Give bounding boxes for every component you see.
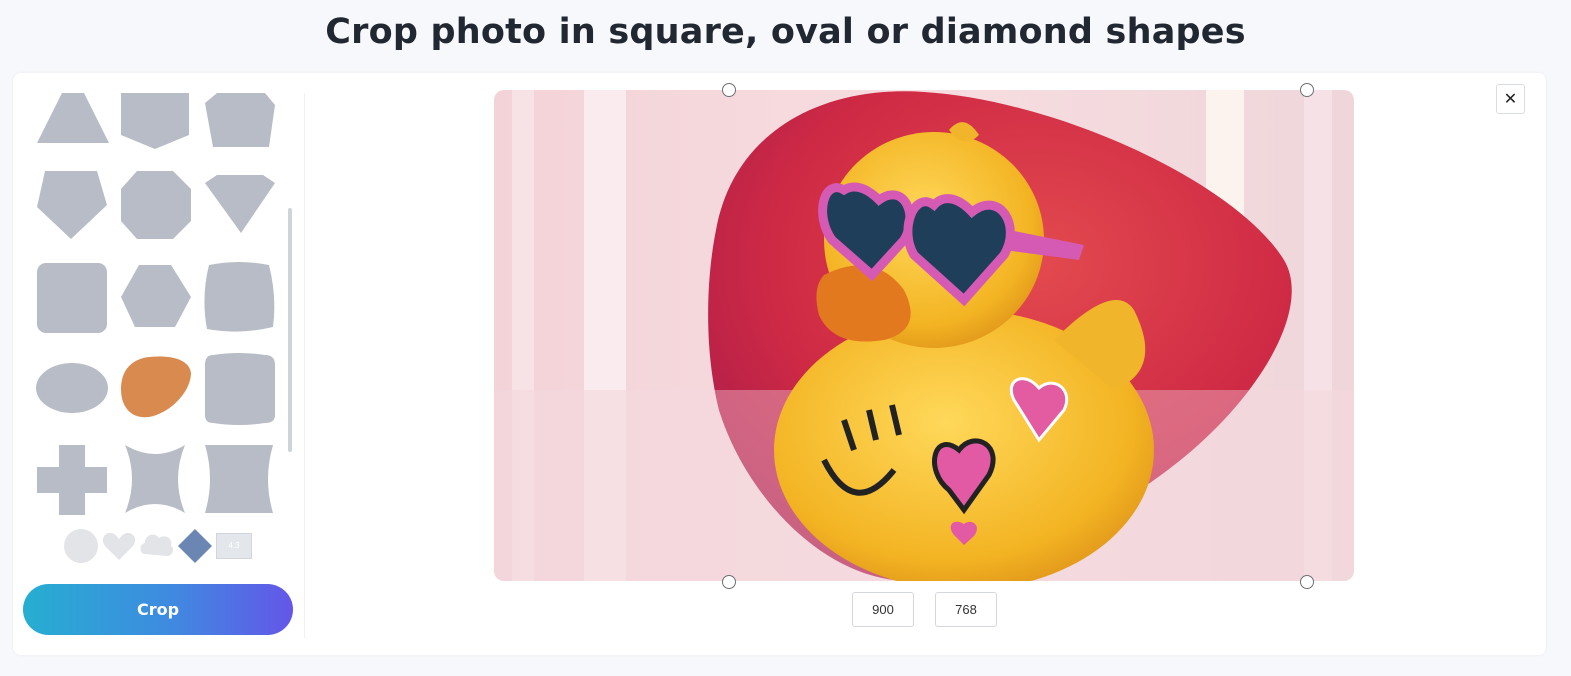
image-editor: ✕ <box>305 73 1546 655</box>
octagon-icon <box>121 171 191 239</box>
blob-triangle-icon <box>121 356 191 418</box>
shape-gem[interactable] <box>203 169 279 245</box>
ellipse-icon <box>36 363 108 413</box>
crop-panel: 4:3 Crop 900 768 ✕ <box>13 73 1546 655</box>
shape-irregular-pentagon[interactable] <box>203 91 279 167</box>
height-input[interactable] <box>935 592 997 627</box>
ratio-label: 4:3 <box>228 541 240 550</box>
photo-canvas[interactable] <box>494 90 1354 581</box>
shape-ellipse[interactable] <box>35 353 111 429</box>
shape-list-scrollbar[interactable] <box>288 208 292 452</box>
concave-rectangle-icon <box>205 445 273 513</box>
shape-concave-rectangle[interactable] <box>203 443 279 519</box>
crop-handle-bottom-right[interactable] <box>1300 575 1314 589</box>
irregular-pentagon-icon <box>205 93 275 147</box>
extra-shapes-row: 4:3 <box>61 528 261 564</box>
pentagon-icon <box>37 171 107 239</box>
concave-star-icon <box>125 445 185 513</box>
hexagon-icon <box>121 265 191 327</box>
trapezoid-icon <box>37 93 109 143</box>
shape-rounded-square[interactable] <box>35 261 111 337</box>
shape-pentagon-down[interactable] <box>119 91 195 167</box>
wavy-square-icon <box>204 262 275 332</box>
crop-button[interactable]: Crop <box>23 584 293 635</box>
shape-rounded-rectangle[interactable] <box>203 353 279 429</box>
shape-blob-triangle[interactable] <box>119 353 195 429</box>
page-title: Crop photo in square, oval or diamond sh… <box>325 12 1246 52</box>
heart-icon[interactable] <box>101 528 137 564</box>
shape-wavy-square[interactable] <box>203 261 279 337</box>
crop-handle-top-left[interactable] <box>722 83 736 97</box>
pentagon-down-icon <box>121 93 189 149</box>
close-button[interactable]: ✕ <box>1496 84 1525 114</box>
gem-icon <box>205 175 275 233</box>
crop-handle-top-right[interactable] <box>1300 83 1314 97</box>
rounded-square-icon <box>37 263 107 333</box>
width-input[interactable] <box>852 592 914 627</box>
shape-cross[interactable] <box>35 443 111 519</box>
rounded-rectangle-icon <box>205 353 275 425</box>
cloud-icon[interactable] <box>139 528 175 564</box>
shape-trapezoid[interactable] <box>35 91 111 167</box>
duck-photo <box>494 90 1354 581</box>
circle-icon[interactable] <box>63 528 99 564</box>
shape-concave-star[interactable] <box>119 443 195 519</box>
shape-pentagon[interactable] <box>35 169 111 245</box>
aspect-ratio-icon[interactable]: 4:3 <box>216 533 252 559</box>
shape-hexagon[interactable] <box>119 261 195 337</box>
shape-sidebar: 4:3 Crop <box>13 73 305 655</box>
cross-icon <box>37 445 107 515</box>
crop-handle-bottom-left[interactable] <box>722 575 736 589</box>
shape-grid <box>35 91 279 517</box>
close-icon: ✕ <box>1503 91 1518 108</box>
shape-octagon[interactable] <box>119 169 195 245</box>
diamond-icon[interactable] <box>177 528 213 564</box>
